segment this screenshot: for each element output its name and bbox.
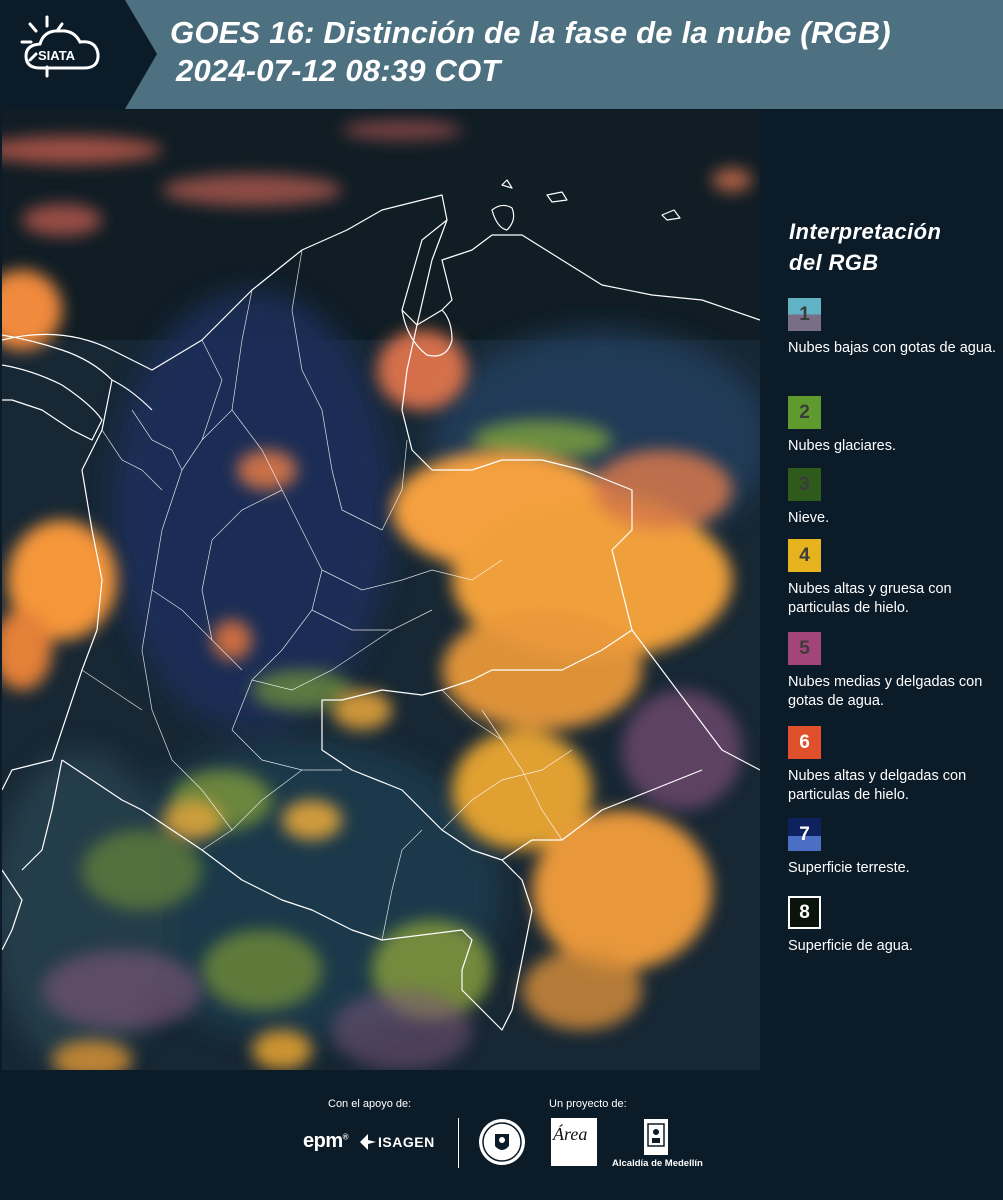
legend-label: Nubes altas y delgadas con particulas de… bbox=[788, 768, 967, 803]
legend-label: Superficie de agua. bbox=[788, 938, 913, 954]
legend-title-line2: del RGB bbox=[789, 250, 879, 275]
legend-swatch: 8 bbox=[788, 896, 821, 929]
page-title: GOES 16: Distinción de la fase de la nub… bbox=[170, 14, 891, 90]
area-logo-text: Área bbox=[553, 1124, 588, 1144]
legend-swatch: 7 bbox=[788, 818, 821, 851]
legend-item: 1 Nubes bajas con gotas de agua. bbox=[788, 298, 1000, 358]
legend-number: 1 bbox=[799, 303, 810, 325]
legend-number: 4 bbox=[799, 544, 810, 566]
isagen-mark-icon bbox=[360, 1134, 376, 1150]
alcaldia-label: Alcaldía de Medellín bbox=[612, 1158, 703, 1169]
legend-swatch: 6 bbox=[788, 726, 821, 759]
antioquia-seal-icon bbox=[479, 1119, 525, 1165]
legend-swatch: 1 bbox=[788, 298, 821, 331]
footer-divider bbox=[458, 1118, 459, 1168]
legend-item: 5 Nubes medias y delgadas con gotas de a… bbox=[788, 632, 1000, 711]
title-line2: 2024-07-12 08:39 COT bbox=[176, 53, 501, 88]
legend-number: 6 bbox=[799, 731, 810, 753]
alcaldia-shield-icon bbox=[644, 1119, 668, 1155]
legend-label: Superficie terreste. bbox=[788, 860, 910, 876]
legend-number: 7 bbox=[799, 823, 810, 845]
legend-item: 2 Nubes glaciares. bbox=[788, 396, 1000, 456]
siata-logo: SIATA bbox=[0, 0, 157, 109]
legend-label: Nubes altas y gruesa con particulas de h… bbox=[788, 581, 952, 616]
project-label: Un proyecto de: bbox=[549, 1098, 627, 1110]
legend-label: Nubes medias y delgadas con gotas de agu… bbox=[788, 674, 983, 709]
legend-number: 2 bbox=[799, 401, 810, 423]
legend-title: Interpretación del RGB bbox=[789, 216, 941, 278]
legend-item: 8 Superficie de agua. bbox=[788, 896, 1000, 956]
legend-swatch: 3 bbox=[788, 468, 821, 501]
legend-label: Nieve. bbox=[788, 510, 830, 526]
legend-item: 3 Nieve. bbox=[788, 468, 1000, 528]
legend-item: 7 Superficie terreste. bbox=[788, 818, 1000, 878]
legend-number: 3 bbox=[799, 473, 810, 495]
isagen-logo: ISAGEN bbox=[378, 1134, 435, 1150]
legend-number: 5 bbox=[799, 637, 810, 659]
legend-swatch: 5 bbox=[788, 632, 821, 665]
legend-swatch: 4 bbox=[788, 539, 821, 572]
title-line1: GOES 16: Distinción de la fase de la nub… bbox=[170, 15, 891, 50]
header-bar: SIATA GOES 16: Distinción de la fase de … bbox=[0, 0, 1003, 109]
logo-text: SIATA bbox=[38, 48, 76, 63]
legend-item: 6 Nubes altas y delgadas con particulas … bbox=[788, 726, 1000, 805]
support-label: Con el apoyo de: bbox=[328, 1098, 412, 1110]
legend-title-line1: Interpretación bbox=[789, 219, 942, 244]
footer: Con el apoyo de: Un proyecto de: epm® IS… bbox=[0, 1072, 1003, 1200]
epm-logo: epm® bbox=[303, 1130, 349, 1152]
legend-label: Nubes bajas con gotas de agua. bbox=[788, 340, 996, 356]
legend-label: Nubes glaciares. bbox=[788, 438, 896, 454]
legend-number: 8 bbox=[799, 901, 810, 923]
legend-panel: Interpretación del RGB 1 Nubes bajas con… bbox=[762, 110, 1003, 1070]
legend-item: 4 Nubes altas y gruesa con particulas de… bbox=[788, 539, 1000, 618]
satellite-map bbox=[2, 110, 760, 1070]
legend-swatch: 2 bbox=[788, 396, 821, 429]
epm-text: epm bbox=[303, 1130, 343, 1152]
